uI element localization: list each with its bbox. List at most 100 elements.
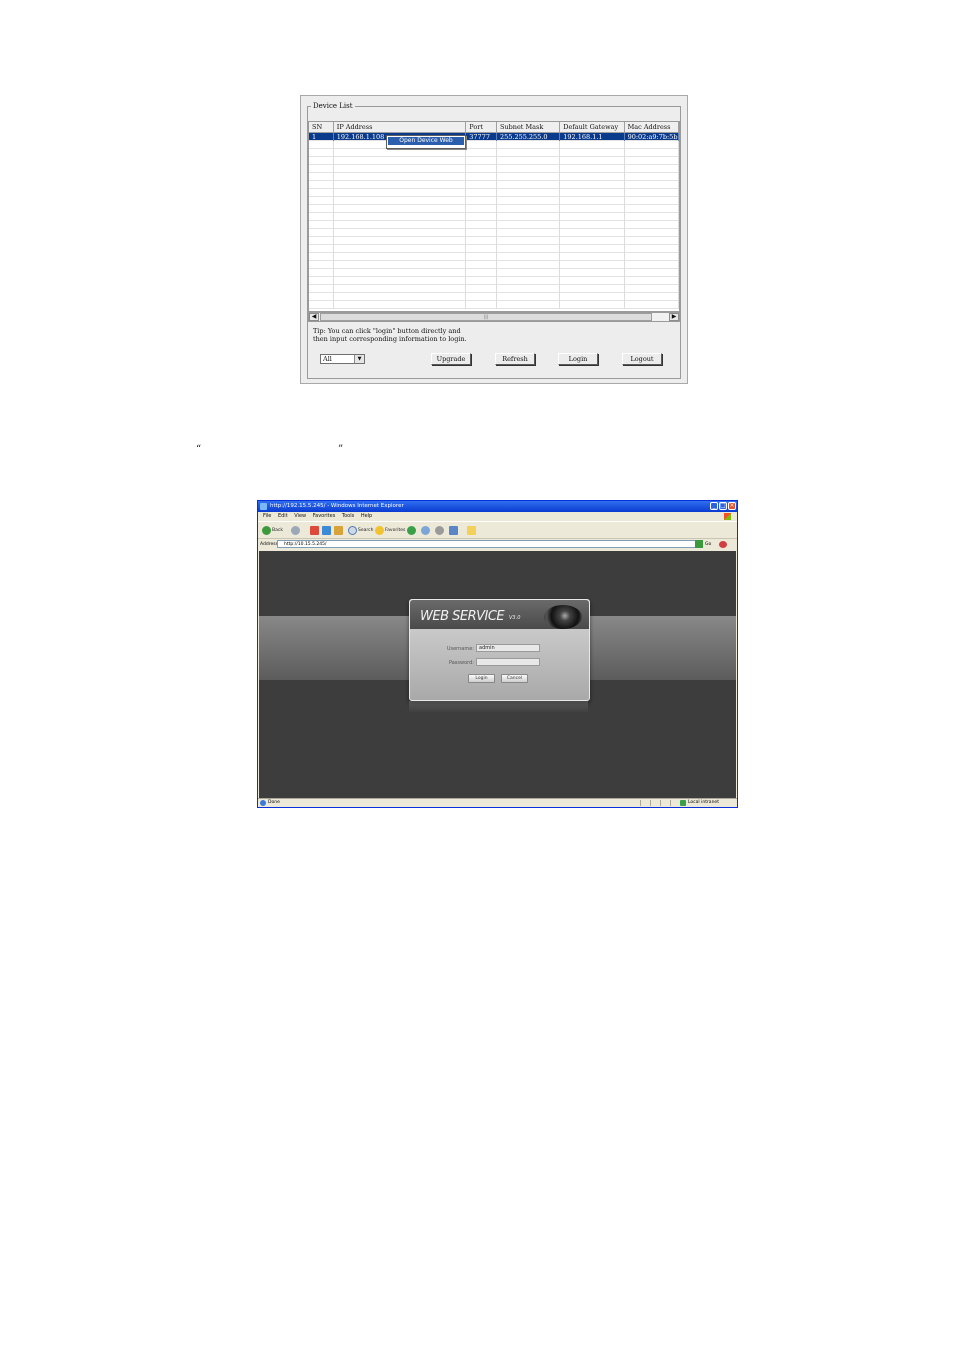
menu-help[interactable]: Help — [361, 513, 372, 519]
cell-gateway: 192.168.1.1 — [560, 133, 625, 141]
column-header-ip[interactable]: IP Address — [334, 122, 467, 132]
empty-cell — [309, 261, 334, 269]
web-login-button[interactable]: Login — [468, 674, 495, 683]
empty-row — [309, 253, 679, 261]
ie-icon — [260, 503, 267, 510]
mail-icon[interactable] — [421, 526, 430, 535]
column-header-port[interactable]: Port — [466, 122, 497, 132]
refresh-button[interactable]: Refresh — [495, 353, 535, 365]
scroll-left-icon[interactable]: ◀ — [309, 313, 319, 321]
empty-cell — [625, 293, 679, 301]
empty-cell — [466, 165, 497, 173]
password-input[interactable] — [476, 658, 540, 666]
search-icon[interactable] — [348, 526, 357, 535]
empty-cell — [334, 197, 467, 205]
empty-cell — [466, 245, 497, 253]
column-header-gateway[interactable]: Default Gateway — [560, 122, 625, 132]
stop-icon[interactable] — [310, 526, 319, 535]
empty-cell — [560, 221, 625, 229]
empty-cell — [625, 261, 679, 269]
empty-cell — [560, 149, 625, 157]
chevron-down-icon[interactable]: ▼ — [354, 355, 364, 363]
back-icon[interactable] — [262, 526, 271, 535]
empty-cell — [560, 173, 625, 181]
empty-cell — [560, 213, 625, 221]
edit-icon[interactable] — [449, 526, 458, 535]
status-separator — [670, 800, 671, 806]
favorites-star-icon[interactable] — [375, 526, 384, 535]
empty-cell — [497, 237, 561, 245]
username-value: admin — [479, 645, 495, 651]
browser-titlebar[interactable]: http://192.15.5.245/ - Windows Internet … — [258, 501, 737, 512]
logout-button[interactable]: Logout — [622, 353, 662, 365]
empty-row — [309, 157, 679, 165]
column-header-mac[interactable]: Mac Address — [625, 122, 679, 132]
context-menu: Open Device Web — [386, 135, 466, 149]
empty-cell — [466, 293, 497, 301]
empty-cell — [334, 261, 467, 269]
menu-view[interactable]: View — [294, 513, 306, 519]
login-button[interactable]: Login — [558, 353, 598, 365]
refresh-icon[interactable] — [322, 526, 331, 535]
menu-tools[interactable]: Tools — [342, 513, 354, 519]
device-table[interactable]: SN IP Address Port Subnet Mask Default G… — [308, 121, 680, 312]
empty-row — [309, 245, 679, 253]
address-input[interactable]: http://10.15.5.245/ — [277, 540, 701, 548]
filter-dropdown[interactable]: All ▼ — [320, 354, 365, 364]
empty-cell — [497, 285, 561, 293]
empty-cell — [625, 197, 679, 205]
empty-cell — [625, 237, 679, 245]
close-quote: ” — [338, 444, 344, 455]
status-bar: Done Local intranet — [258, 798, 737, 807]
print-icon[interactable] — [435, 526, 444, 535]
empty-cell — [466, 197, 497, 205]
favorites-label[interactable]: Favorites — [385, 526, 405, 535]
empty-cell — [497, 165, 561, 173]
empty-cell — [309, 189, 334, 197]
empty-cell — [466, 237, 497, 245]
empty-cell — [334, 301, 467, 309]
back-label[interactable]: Back — [272, 526, 283, 535]
empty-cell — [560, 245, 625, 253]
empty-cell — [334, 149, 467, 157]
go-label[interactable]: Go — [705, 539, 711, 550]
empty-cell — [334, 285, 467, 293]
forward-icon[interactable] — [291, 526, 300, 535]
menu-edit[interactable]: Edit — [278, 513, 288, 519]
column-header-sn[interactable]: SN — [309, 122, 334, 132]
minimize-icon[interactable]: _ — [710, 502, 718, 510]
empty-row — [309, 261, 679, 269]
scroll-right-icon[interactable]: ▶ — [669, 313, 679, 321]
empty-cell — [466, 261, 497, 269]
menu-file[interactable]: File — [263, 513, 271, 519]
open-device-web-menu-item[interactable]: Open Device Web — [388, 137, 464, 145]
empty-row — [309, 165, 679, 173]
go-icon[interactable] — [695, 540, 703, 548]
empty-cell — [625, 189, 679, 197]
table-row[interactable]: 1 192.168.1.108 37777 255.255.255.0 192.… — [309, 133, 679, 141]
username-input[interactable]: admin — [476, 644, 540, 652]
empty-cell — [334, 173, 467, 181]
close-icon[interactable]: × — [728, 502, 736, 510]
menu-favorites[interactable]: Favorites — [313, 513, 336, 519]
upgrade-button[interactable]: Upgrade — [431, 353, 471, 365]
empty-cell — [560, 261, 625, 269]
search-label[interactable]: Search — [358, 526, 373, 535]
empty-cell — [625, 253, 679, 261]
empty-cell — [497, 293, 561, 301]
empty-cell — [334, 189, 467, 197]
history-icon[interactable] — [407, 526, 416, 535]
empty-cell — [309, 197, 334, 205]
username-label: Username: — [446, 646, 474, 652]
links-icon[interactable] — [719, 541, 727, 548]
column-header-subnet[interactable]: Subnet Mask — [497, 122, 561, 132]
folder-icon[interactable] — [467, 526, 476, 535]
empty-cell — [625, 269, 679, 277]
horizontal-scrollbar[interactable]: ◀ ||| ▶ — [308, 312, 680, 322]
web-cancel-button[interactable]: Cancel — [501, 674, 528, 683]
home-icon[interactable] — [334, 526, 343, 535]
empty-cell — [466, 277, 497, 285]
maximize-icon[interactable]: □ — [719, 502, 727, 510]
scroll-thumb[interactable]: ||| — [320, 313, 652, 321]
empty-cell — [334, 157, 467, 165]
